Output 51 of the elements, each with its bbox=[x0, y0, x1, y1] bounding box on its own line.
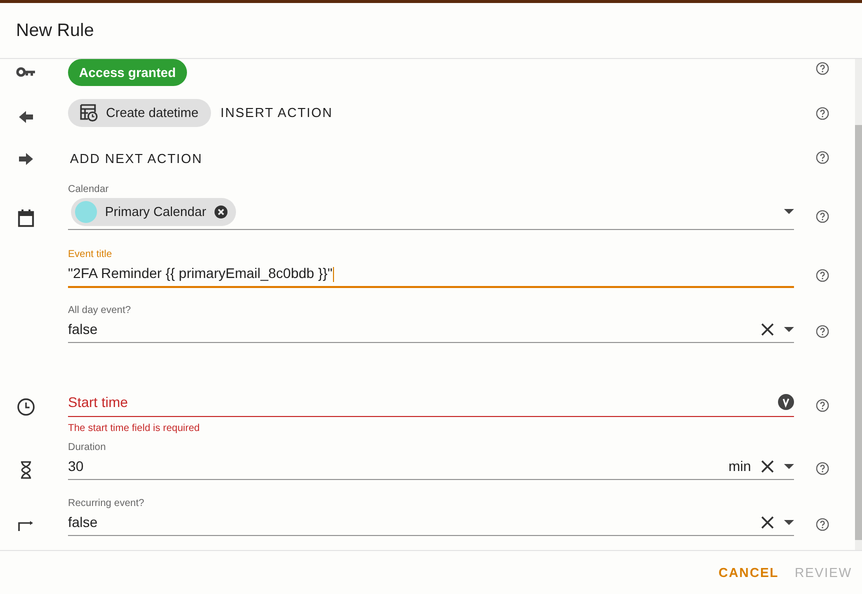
help-icon[interactable] bbox=[816, 269, 828, 282]
help-icon[interactable] bbox=[816, 399, 828, 412]
help-icon[interactable] bbox=[816, 62, 828, 75]
status-badge: Access granted bbox=[68, 59, 187, 86]
calendar-chip[interactable]: Primary Calendar bbox=[71, 198, 236, 226]
field-label: Calendar bbox=[68, 184, 110, 195]
dropdown-caret-icon[interactable] bbox=[784, 326, 794, 332]
calendar-clock-icon bbox=[80, 104, 98, 122]
form-field[interactable]: Start time bbox=[68, 391, 794, 418]
dropdown-caret-icon[interactable] bbox=[784, 209, 794, 214]
help-icon[interactable] bbox=[816, 518, 828, 532]
unit-suffix: min bbox=[728, 458, 751, 474]
help-icon[interactable] bbox=[816, 106, 828, 120]
field-value: 30 bbox=[68, 458, 84, 474]
variable-icon[interactable] bbox=[778, 394, 794, 410]
clear-icon[interactable] bbox=[761, 460, 774, 473]
dialog-title: New Rule bbox=[16, 20, 94, 41]
form-field[interactable]: Event title "2FA Reminder {{ primaryEmail_8c0bdb }}" bbox=[68, 249, 794, 288]
action-chip[interactable]: Create datetime bbox=[68, 98, 210, 127]
form-field[interactable]: Recurring event? false bbox=[68, 498, 794, 536]
form-field[interactable]: Calendar Primary Calendar bbox=[68, 184, 794, 230]
help-icon[interactable] bbox=[816, 462, 828, 476]
field-value: "2FA Reminder {{ primaryEmail_8c0bdb }}" bbox=[68, 265, 334, 282]
arrow-left-icon bbox=[19, 110, 33, 123]
field-placeholder: Start time bbox=[68, 394, 128, 410]
help-icon[interactable] bbox=[816, 210, 828, 223]
field-value: false bbox=[68, 321, 98, 338]
clear-icon[interactable] bbox=[761, 516, 774, 529]
field-label: Event title bbox=[68, 249, 113, 260]
scrollbar[interactable] bbox=[855, 59, 862, 550]
repeat-icon bbox=[18, 521, 34, 532]
help-icon[interactable] bbox=[816, 325, 828, 338]
form-field[interactable]: Duration 30 min bbox=[68, 442, 794, 480]
help-icon[interactable] bbox=[816, 151, 828, 164]
field-label: Duration bbox=[68, 442, 107, 454]
action-link[interactable]: ADD NEXT ACTION bbox=[68, 146, 205, 170]
field-value: false bbox=[68, 514, 98, 530]
field-label: Recurring event? bbox=[68, 498, 146, 510]
hourglass-icon bbox=[20, 461, 32, 480]
form-field[interactable]: All day event? false bbox=[68, 305, 794, 344]
calendar-icon bbox=[18, 208, 34, 227]
dropdown-caret-icon[interactable] bbox=[784, 464, 794, 469]
remove-icon[interactable] bbox=[214, 204, 228, 219]
clear-icon[interactable] bbox=[761, 322, 774, 336]
arrow-right-icon bbox=[19, 153, 33, 166]
error-message: The start time field is required bbox=[68, 423, 201, 434]
action-link[interactable]: INSERT ACTION bbox=[218, 101, 335, 124]
field-label: All day event? bbox=[68, 305, 132, 316]
dropdown-caret-icon[interactable] bbox=[784, 520, 794, 525]
key-icon bbox=[16, 67, 36, 77]
clock-icon bbox=[17, 398, 35, 416]
